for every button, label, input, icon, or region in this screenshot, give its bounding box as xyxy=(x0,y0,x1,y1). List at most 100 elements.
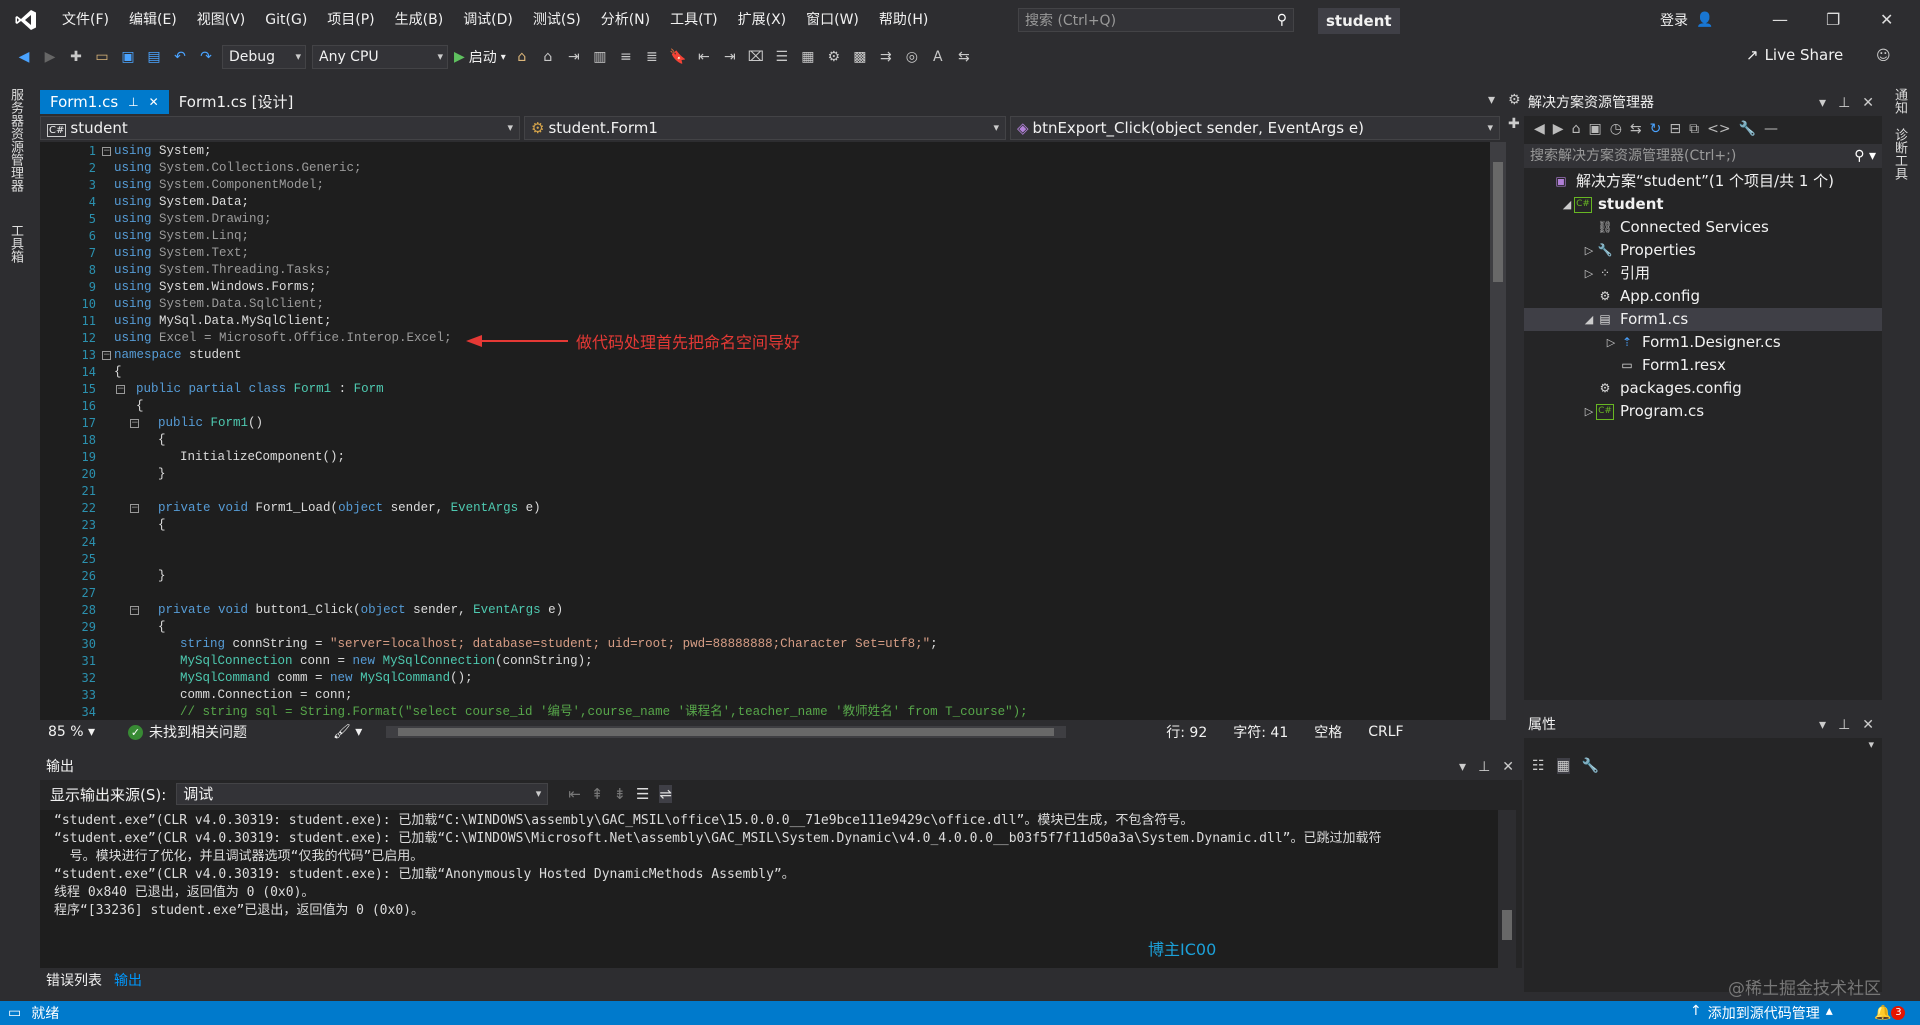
notifications-tab[interactable]: 通知 xyxy=(1890,88,1909,114)
live-share-button[interactable]: ↗ Live Share xyxy=(1746,46,1843,64)
compare-icon[interactable]: ⇆ xyxy=(954,47,974,67)
new-project-icon[interactable]: ✚ xyxy=(66,47,86,67)
member-nav-select[interactable]: ◈ btnExport_Click(object sender, EventArg… xyxy=(1010,116,1500,140)
categorized-icon[interactable]: ☷ xyxy=(1532,758,1545,774)
project-nav-select[interactable]: C# student xyxy=(40,116,520,140)
diagnostic-tools-tab[interactable]: 诊断工具 xyxy=(1890,128,1909,180)
configuration-select[interactable]: Debug xyxy=(222,45,306,69)
tree-item[interactable]: ⚙ App.config xyxy=(1524,285,1882,308)
menu-item[interactable]: 视图(V) xyxy=(187,0,256,40)
minimize-icon[interactable]: — xyxy=(1772,10,1788,29)
close-icon[interactable]: ✕ xyxy=(1880,10,1893,29)
feedback-icon[interactable]: ☺ xyxy=(1876,48,1891,64)
pending-changes-icon[interactable]: ◷ xyxy=(1610,121,1622,137)
scroll-thumb[interactable] xyxy=(1493,162,1503,282)
indent-icon[interactable]: ⇉ xyxy=(876,47,896,67)
show-all-files-icon[interactable]: ⧉ xyxy=(1689,121,1699,137)
whitespace-indicator[interactable]: 空格 xyxy=(1306,722,1350,742)
toolbox-tab[interactable]: 工具箱 xyxy=(6,224,25,263)
tab-error-list[interactable]: 错误列表 xyxy=(40,968,108,992)
zoom-select[interactable]: 85 % ▾ xyxy=(40,724,120,740)
bookmark-icon[interactable]: 🔖 xyxy=(668,47,688,67)
format-icon[interactable]: ☰ xyxy=(772,47,792,67)
save-all-icon[interactable]: ▤ xyxy=(144,47,164,67)
dropdown-icon[interactable]: ▾ xyxy=(1819,712,1826,738)
visual-studio-logo[interactable] xyxy=(0,0,52,40)
server-explorer-tab[interactable]: 服务器资源管理器 xyxy=(6,88,25,192)
notifications-button[interactable]: 🔔 3 xyxy=(1874,1005,1906,1021)
fold-toggle[interactable]: − xyxy=(102,351,111,360)
menu-item[interactable]: Git(G) xyxy=(255,0,317,40)
undo-icon[interactable]: ↶ xyxy=(170,47,190,67)
settings-icon[interactable]: ⚙ xyxy=(1508,92,1521,108)
next-message-icon[interactable]: ⇟ xyxy=(613,785,626,803)
scroll-thumb[interactable] xyxy=(398,728,1055,736)
forward-icon[interactable]: ▶ xyxy=(40,47,60,67)
menu-item[interactable]: 项目(P) xyxy=(317,0,384,40)
redo-icon[interactable]: ↷ xyxy=(196,47,216,67)
expand-arrow-icon[interactable]: ▷ xyxy=(1582,262,1596,285)
sign-in-button[interactable]: 登录 👤 xyxy=(1660,10,1713,30)
menu-item[interactable]: 编辑(E) xyxy=(119,0,187,40)
output-source-select[interactable]: 调试 xyxy=(176,783,549,805)
maximize-icon[interactable]: ❐ xyxy=(1826,10,1840,29)
layout-icon[interactable]: ▥ xyxy=(590,47,610,67)
uncomment-icon[interactable]: ≣ xyxy=(642,47,662,67)
tree-item[interactable]: ▷ ⁘ 引用 xyxy=(1524,262,1882,285)
collapse-arrow-icon[interactable]: ◢ xyxy=(1582,308,1596,331)
tab-output[interactable]: 输出 xyxy=(108,968,148,992)
step-icon[interactable]: ⇥ xyxy=(564,47,584,67)
tab-form1-cs[interactable]: Form1.cs ⊥ ✕ xyxy=(40,90,169,114)
browse-icon[interactable]: ⌂ xyxy=(512,47,532,67)
tab-overflow-icon[interactable]: ▾ xyxy=(1488,92,1495,108)
menu-item[interactable]: 文件(F) xyxy=(52,0,119,40)
platform-select[interactable]: Any CPU xyxy=(312,45,448,69)
solution-search-input[interactable]: 搜索解决方案资源管理器(Ctrl+;) ⚲ ▾ xyxy=(1524,144,1882,168)
tree-item[interactable]: ⛓ Connected Services xyxy=(1524,216,1882,239)
tree-item[interactable]: ▣ 解决方案“student”(1 个项目/共 1 个) xyxy=(1524,170,1882,193)
start-debug-button[interactable]: ▶ 启动 ▾ xyxy=(454,47,506,67)
collapse-all-icon[interactable]: ⊟ xyxy=(1669,121,1681,137)
pin-icon[interactable]: ⊥ xyxy=(1478,754,1490,780)
properties-icon[interactable]: 🔧 xyxy=(1739,121,1756,137)
home-icon[interactable]: ⌂ xyxy=(1572,121,1581,137)
next-bookmark-icon[interactable]: ⇥ xyxy=(720,47,740,67)
collapse-arrow-icon[interactable]: ◢ xyxy=(1560,193,1574,216)
horizontal-scrollbar[interactable] xyxy=(386,726,1067,738)
quick-search-input[interactable]: 搜索 (Ctrl+Q) ⚲ xyxy=(1018,8,1294,32)
menu-item[interactable]: 调试(D) xyxy=(453,0,523,40)
menu-item[interactable]: 帮助(H) xyxy=(869,0,938,40)
switch-views-icon[interactable]: ▣ xyxy=(1588,121,1601,137)
menu-item[interactable]: 分析(N) xyxy=(591,0,660,40)
grid-icon[interactable]: ▩ xyxy=(850,47,870,67)
minus-icon[interactable]: — xyxy=(1764,121,1778,137)
tree-item[interactable]: ▷ ⇡ Form1.Designer.cs xyxy=(1524,331,1882,354)
pin-icon[interactable]: ⊥ xyxy=(1838,90,1850,116)
refresh-icon[interactable]: ↻ xyxy=(1650,121,1662,137)
tree-item[interactable]: ▭ Form1.resx xyxy=(1524,354,1882,377)
menu-item[interactable]: 窗口(W) xyxy=(796,0,869,40)
preview-icon[interactable]: ◎ xyxy=(902,47,922,67)
code-editor[interactable]: 1 2 3 4 5 6 7 8 9 10 11 12 13 14 15 16 17 18 19 20 21 22 23 24 2… xyxy=(40,142,1490,720)
editor-vertical-scrollbar[interactable] xyxy=(1490,142,1506,720)
fold-toggle[interactable]: − xyxy=(130,504,139,513)
object-select[interactable]: ▾ xyxy=(1524,738,1882,758)
tree-item[interactable]: ◢ C# student xyxy=(1524,193,1882,216)
find-message-icon[interactable]: ⇤ xyxy=(568,785,581,803)
tree-item[interactable]: ◢ ▤ Form1.cs xyxy=(1524,308,1882,331)
property-pages-icon[interactable]: 🔧 xyxy=(1582,758,1599,774)
menu-item[interactable]: 扩展(X) xyxy=(728,0,797,40)
split-icon[interactable]: ✚ xyxy=(1508,116,1520,140)
source-control-button[interactable]: ↑ 添加到源代码管理 ▴ xyxy=(1690,1003,1833,1023)
eol-indicator[interactable]: CRLF xyxy=(1360,724,1411,740)
menu-item[interactable]: 测试(S) xyxy=(523,0,591,40)
fold-toggle[interactable]: − xyxy=(116,385,125,394)
class-nav-select[interactable]: ⚙ student.Form1 xyxy=(524,116,1006,140)
tool-icon[interactable]: ⚙ xyxy=(824,47,844,67)
menu-item[interactable]: 生成(B) xyxy=(385,0,454,40)
view-code-icon[interactable]: <> xyxy=(1707,121,1730,137)
issues-indicator[interactable]: ✓ 未找到相关问题 xyxy=(120,722,255,742)
word-wrap-icon[interactable]: ⇌ xyxy=(659,785,673,803)
save-icon[interactable]: ▣ xyxy=(118,47,138,67)
tree-item[interactable]: ▷ C# Program.cs xyxy=(1524,400,1882,423)
